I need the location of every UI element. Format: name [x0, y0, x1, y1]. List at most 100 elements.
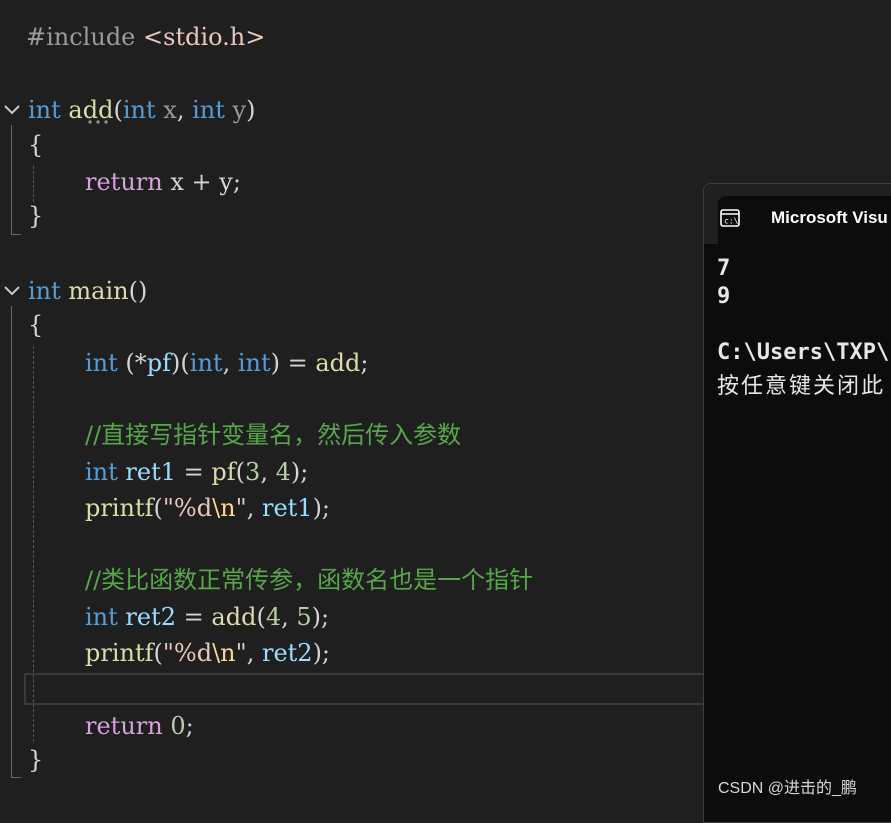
type-keyword: int [85, 349, 118, 377]
code-line-main-signature[interactable]: int main() [28, 273, 147, 309]
code-line-brace-close[interactable]: } [28, 742, 43, 778]
fold-guide-end [11, 777, 21, 778]
code-line-brace-close[interactable]: } [28, 198, 43, 234]
paren: ); [312, 494, 331, 522]
console-output-line: 7 [717, 256, 731, 281]
operator: = [183, 603, 204, 631]
semicolon: ; [360, 349, 369, 377]
watermark: CSDN @进击的_鹏 [718, 780, 857, 797]
type-keyword: int [237, 349, 271, 377]
comma: , [176, 96, 185, 124]
function-name: add [211, 603, 257, 631]
svg-text:c:\: c:\ [724, 217, 739, 226]
comma: , [281, 603, 289, 631]
code-line-ret1[interactable]: int ret1 = pf(3, 4); [85, 454, 308, 490]
return-keyword: return [85, 168, 163, 196]
code-line-pf-declaration[interactable]: int (*pf)(int, int) = add; [85, 345, 369, 381]
number-literal: 3 [245, 458, 261, 486]
preprocessor-directive: #include [26, 23, 136, 51]
function-name: printf [85, 639, 154, 667]
code-line-return[interactable]: return x + y; [85, 164, 241, 200]
code-comment[interactable]: //直接写指针变量名，然后传入参数 [85, 417, 461, 453]
code-line-printf1[interactable]: printf("%d\n", ret1); [85, 490, 330, 526]
type-keyword: int [189, 349, 223, 377]
terminal-icon: c:\ [720, 209, 740, 227]
brace: } [28, 746, 44, 774]
function-name: main [68, 277, 129, 305]
number-literal: 4 [265, 603, 282, 631]
paren: ( [235, 458, 246, 486]
escape-sequence: \n [212, 494, 236, 522]
number-literal: 4 [275, 458, 291, 486]
comma: , [222, 349, 231, 377]
semicolon: ; [185, 712, 194, 740]
return-keyword: return [85, 712, 163, 740]
function-name: add [315, 349, 361, 377]
paren: ); [311, 603, 330, 631]
console-title: Microsoft Visu [771, 208, 888, 227]
operator: ) = [270, 349, 308, 377]
comma: , [246, 639, 255, 667]
console-output-line: 按任意键关闭此 [717, 374, 886, 399]
param-name: x [163, 96, 177, 124]
header-name: <stdio.h> [143, 23, 266, 51]
fold-guide [11, 306, 12, 778]
brace: { [28, 311, 44, 339]
code-line-include[interactable]: #include <stdio.h> [26, 19, 265, 55]
type-keyword: int [192, 96, 225, 124]
paren: ); [312, 639, 331, 667]
string-literal: "%d [162, 494, 213, 522]
fold-chevron-icon[interactable] [2, 281, 22, 301]
string-literal: " [235, 639, 247, 667]
type-keyword: int [122, 96, 156, 124]
escape-sequence: \n [212, 639, 236, 667]
code-line-brace-open[interactable]: { [28, 307, 43, 343]
operator: (* [125, 349, 147, 377]
paren: ); [290, 458, 309, 486]
paren: ( [153, 639, 163, 667]
number-literal: 5 [296, 603, 312, 631]
code-line-brace-open[interactable]: { [28, 127, 43, 163]
string-literal: "%d [162, 639, 213, 667]
fold-guide [11, 125, 12, 235]
console-tab-bar: c:\ Microsoft Visu [704, 184, 891, 244]
comma: , [246, 494, 255, 522]
code-line-return-zero[interactable]: return 0; [85, 708, 194, 744]
comma: , [260, 458, 268, 486]
operator: )( [171, 349, 190, 377]
variable-name: ret2 [261, 639, 313, 667]
number-literal: 0 [170, 712, 186, 740]
paren: ( [153, 494, 163, 522]
type-keyword: int [28, 277, 61, 305]
brace: } [28, 202, 44, 230]
type-keyword: int [28, 96, 61, 124]
current-line-highlight [24, 673, 714, 705]
console-output-line: C:\Users\TXP\ [717, 340, 890, 365]
console-window[interactable]: c:\ Microsoft Visu 7 9 C:\Users\TXP\ 按任意… [703, 183, 891, 823]
operator: = [183, 458, 204, 486]
code-line-add-signature[interactable]: int add(int x, int y) [28, 92, 255, 128]
variable-name: pf [146, 349, 172, 377]
suggestion-dots-icon[interactable] [86, 119, 116, 125]
variable-name: ret1 [261, 494, 313, 522]
return-expression: x + y; [170, 168, 241, 196]
string-literal: " [235, 494, 247, 522]
paren: ) [246, 96, 256, 124]
type-keyword: int [85, 458, 118, 486]
type-keyword: int [85, 603, 118, 631]
brace: { [28, 131, 44, 159]
param-name: y [232, 96, 247, 124]
function-name: printf [85, 494, 154, 522]
console-output-line: 9 [717, 284, 731, 309]
variable-name: ret1 [125, 458, 177, 486]
paren: ( [256, 603, 266, 631]
code-comment[interactable]: //类比函数正常传参，函数名也是一个指针 [85, 562, 533, 598]
variable-name: ret2 [125, 603, 177, 631]
fold-chevron-icon[interactable] [2, 100, 22, 120]
fold-guide-end [11, 234, 21, 235]
function-name: pf [211, 458, 236, 486]
paren: () [128, 277, 148, 305]
code-line-printf2[interactable]: printf("%d\n", ret2); [85, 635, 330, 671]
code-line-ret2[interactable]: int ret2 = add(4, 5); [85, 599, 329, 635]
indent-guide [33, 166, 34, 202]
